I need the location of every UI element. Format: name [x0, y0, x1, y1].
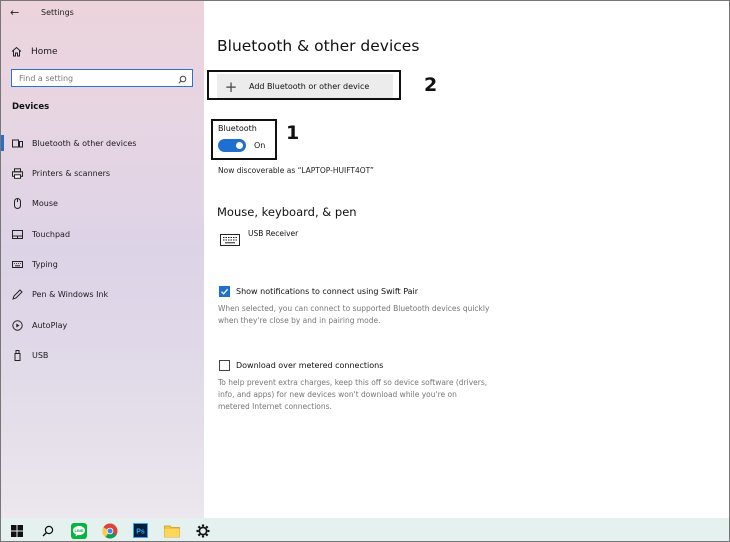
taskbar: LINE Ps	[1, 518, 729, 541]
sidebar-item-label: Typing	[32, 259, 58, 269]
description-line: info, and apps) for new devices won't do…	[218, 390, 457, 399]
sidebar-item-label: Printers & scanners	[32, 168, 111, 178]
page-title: Bluetooth & other devices	[217, 37, 420, 55]
sidebar-item-touchpad[interactable]: Touchpad	[1, 223, 201, 245]
sidebar-item-label: Pen & Windows Ink	[32, 289, 109, 299]
mouse-keyboard-pen-heading: Mouse, keyboard, & pen	[217, 205, 357, 219]
chrome-icon[interactable]	[94, 518, 125, 541]
home-icon	[11, 42, 22, 61]
pen-icon	[12, 288, 23, 300]
line-app-icon[interactable]: LINE	[63, 518, 94, 541]
sidebar-item-bluetooth[interactable]: Bluetooth & other devices	[1, 132, 201, 154]
sidebar-item-label: Mouse	[32, 198, 58, 208]
search-box[interactable]	[11, 69, 193, 87]
home-nav-item[interactable]: Home	[11, 42, 58, 61]
swift-pair-description: When selected, you can connect to suppor…	[218, 303, 518, 327]
search-input[interactable]	[19, 73, 169, 83]
sidebar-item-pen[interactable]: Pen & Windows Ink	[1, 283, 201, 305]
keyboard-icon	[220, 231, 240, 250]
description-line: When selected, you can connect to suppor…	[218, 304, 490, 313]
description-line: To help prevent extra charges, keep this…	[218, 378, 488, 387]
annotation-number-2: 2	[424, 74, 438, 96]
settings-window: ← Settings Home Devices Bluetooth & othe…	[0, 0, 730, 542]
sidebar-item-mouse[interactable]: Mouse	[1, 192, 201, 214]
metered-download-description: To help prevent extra charges, keep this…	[218, 377, 518, 413]
usb-icon	[12, 349, 23, 361]
keyboard-icon	[12, 259, 23, 270]
sidebar: ← Settings Home Devices Bluetooth & othe…	[1, 1, 204, 518]
svg-text:Ps: Ps	[136, 529, 145, 536]
metered-download-checkbox[interactable]	[219, 360, 230, 371]
sidebar-item-autoplay[interactable]: AutoPlay	[1, 314, 201, 336]
photoshop-icon[interactable]: Ps	[125, 518, 156, 541]
metered-download-label[interactable]: Download over metered connections	[236, 361, 383, 370]
search-icon[interactable]	[178, 69, 187, 88]
sidebar-item-label: USB	[32, 350, 49, 360]
description-line: metered Internet connections.	[218, 402, 332, 411]
device-usb-receiver[interactable]: USB Receiver	[248, 229, 298, 238]
mouse-icon	[12, 197, 23, 209]
sidebar-item-label: Bluetooth & other devices	[32, 138, 137, 148]
windows-start-icon[interactable]	[1, 518, 32, 541]
bluetooth-devices-icon	[12, 138, 23, 149]
sidebar-item-label: AutoPlay	[32, 320, 68, 330]
sidebar-item-printers[interactable]: Printers & scanners	[1, 162, 201, 184]
window-title: Settings	[41, 8, 74, 17]
printer-icon	[12, 167, 23, 179]
svg-text:LINE: LINE	[74, 528, 83, 533]
sidebar-item-typing[interactable]: Typing	[1, 253, 201, 275]
touchpad-icon	[12, 229, 23, 240]
devices-section-header: Devices	[12, 102, 50, 112]
sidebar-item-label: Touchpad	[32, 229, 71, 239]
highlight-box-1	[211, 119, 277, 160]
swift-pair-checkbox[interactable]	[219, 286, 230, 297]
autoplay-icon	[12, 319, 23, 331]
discoverable-text: Now discoverable as “LAPTOP-HUIFT4OT”	[218, 166, 374, 175]
settings-gear-icon[interactable]	[187, 518, 218, 541]
search-icon[interactable]	[32, 518, 63, 541]
file-explorer-icon[interactable]	[156, 518, 187, 541]
checkmark-icon	[221, 288, 229, 295]
swift-pair-label[interactable]: Show notifications to connect using Swif…	[236, 287, 418, 296]
highlight-box-2	[207, 70, 401, 100]
home-label: Home	[31, 46, 58, 57]
sidebar-item-usb[interactable]: USB	[1, 344, 201, 366]
description-line: when they're close by and in pairing mod…	[218, 316, 381, 325]
main-content: Bluetooth & other devices + Add Bluetoot…	[204, 1, 729, 518]
annotation-number-1: 1	[286, 122, 300, 144]
back-arrow-icon[interactable]: ←	[10, 6, 19, 19]
